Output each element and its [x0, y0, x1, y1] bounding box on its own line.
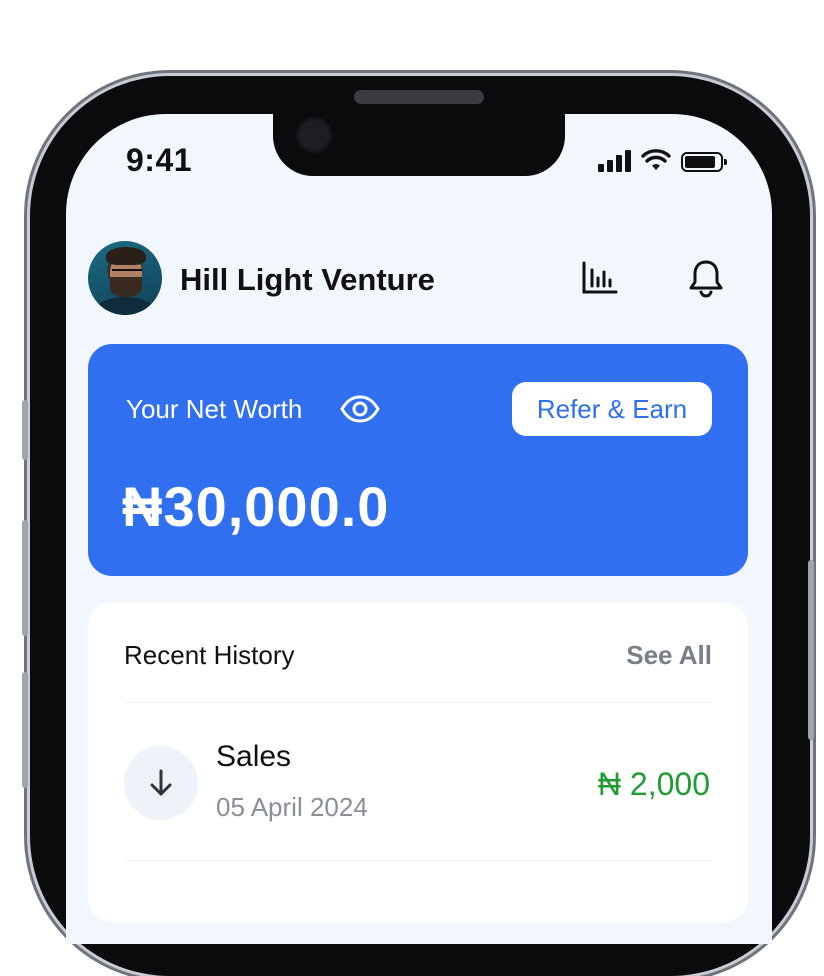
see-all-link[interactable]: See All	[626, 640, 712, 671]
battery-icon	[681, 152, 727, 172]
divider	[124, 860, 712, 861]
arrow-down-icon	[124, 746, 198, 820]
bell-icon[interactable]	[684, 256, 728, 300]
transaction-amount: ₦ 2,000	[597, 766, 710, 802]
business-name: Hill Light Venture	[180, 262, 435, 297]
side-button	[808, 560, 814, 740]
chart-icon[interactable]	[578, 256, 622, 300]
avatar[interactable]	[88, 241, 162, 315]
wifi-icon	[641, 149, 671, 170]
status-icons	[598, 148, 727, 172]
eye-icon[interactable]	[340, 394, 380, 429]
net-worth-label: Your Net Worth	[126, 394, 303, 424]
recent-history-card: Recent History See All Sales 05 April 20…	[88, 602, 748, 922]
status-time: 9:41	[126, 142, 193, 178]
divider	[124, 702, 712, 703]
refer-earn-button[interactable]: Refer & Earn	[512, 382, 712, 436]
transaction-name: Sales	[216, 740, 292, 773]
recent-history-title: Recent History	[124, 640, 295, 670]
transaction-date: 05 April 2024	[216, 792, 368, 822]
side-button	[22, 672, 28, 788]
front-camera	[296, 117, 332, 153]
net-worth-amount: ₦30,000.0	[122, 475, 390, 538]
signal-icon	[598, 148, 631, 172]
speaker	[354, 90, 484, 104]
net-worth-card: Your Net Worth Refer & Earn ₦30,000.0	[88, 344, 748, 576]
side-button	[22, 520, 28, 636]
side-button	[22, 400, 28, 460]
